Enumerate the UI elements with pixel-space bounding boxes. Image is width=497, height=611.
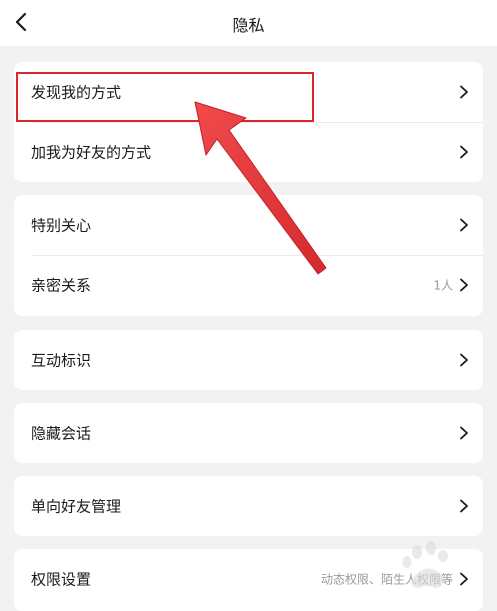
row-label: 发现我的方式	[31, 83, 122, 102]
row-find-me[interactable]: 发现我的方式	[14, 62, 483, 122]
row-add-friend-method[interactable]: 加我为好友的方式	[14, 122, 483, 182]
row-value: 动态权限、陌生人权限等	[320, 572, 453, 587]
row-label: 亲密关系	[31, 276, 92, 295]
row-hidden-chats[interactable]: 隐藏会话	[14, 403, 483, 463]
chevron-right-icon	[460, 85, 468, 99]
row-label: 单向好友管理	[31, 497, 122, 516]
row-label: 隐藏会话	[31, 424, 92, 443]
row-one-way-friends[interactable]: 单向好友管理	[14, 476, 483, 536]
settings-card-interaction: 互动标识	[14, 330, 483, 390]
row-label: 特别关心	[31, 216, 92, 235]
row-permission-settings[interactable]: 权限设置 动态权限、陌生人权限等	[14, 549, 483, 609]
chevron-right-icon	[460, 278, 468, 292]
settings-card-discovery: 发现我的方式 加我为好友的方式	[14, 62, 483, 182]
settings-card-one-way: 单向好友管理	[14, 476, 483, 536]
row-interaction-badge[interactable]: 互动标识	[14, 330, 483, 390]
settings-card-hidden-chat: 隐藏会话	[14, 403, 483, 463]
row-label: 互动标识	[31, 351, 92, 370]
row-value: 1人	[433, 278, 453, 293]
settings-card-permissions: 权限设置 动态权限、陌生人权限等	[14, 549, 483, 611]
chevron-right-icon	[460, 499, 468, 513]
settings-card-relations: 特别关心 亲密关系 1人	[14, 195, 483, 316]
chevron-right-icon	[460, 572, 468, 586]
page-title: 隐私	[232, 16, 265, 35]
row-label: 权限设置	[31, 570, 92, 589]
row-special-care[interactable]: 特别关心	[14, 195, 483, 255]
chevron-right-icon	[460, 426, 468, 440]
chevron-right-icon	[460, 353, 468, 367]
row-label: 加我为好友的方式	[31, 143, 152, 162]
chevron-right-icon	[460, 145, 468, 159]
row-intimate-relation[interactable]: 亲密关系 1人	[14, 255, 483, 315]
chevron-right-icon	[460, 218, 468, 232]
header-bar: 隐私	[0, 0, 497, 46]
